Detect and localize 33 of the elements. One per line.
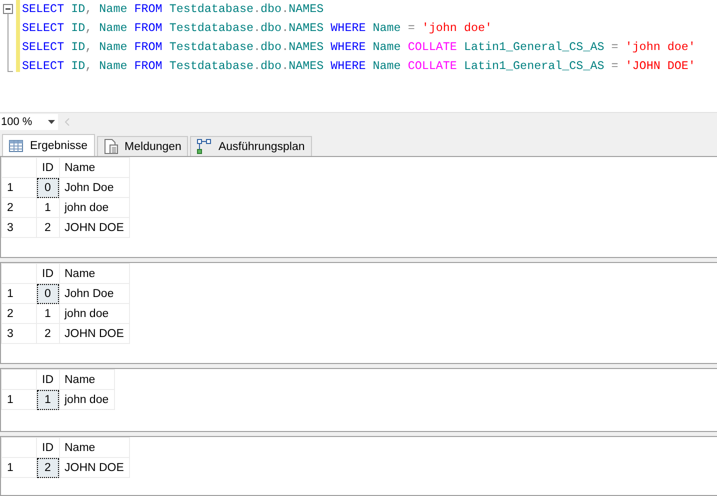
column-header[interactable]: Name	[59, 264, 130, 284]
column-header[interactable]: Name	[59, 158, 130, 178]
table-cell[interactable]: 2	[36, 458, 59, 478]
table-cell[interactable]: John Doe	[59, 178, 130, 198]
results-tab[interactable]: Ergebnisse	[2, 134, 95, 156]
table-cell[interactable]: JOHN DOE	[59, 324, 130, 344]
column-header[interactable]: Name	[59, 370, 114, 390]
table-cell[interactable]: 1	[36, 304, 59, 324]
table-cell[interactable]: john doe	[59, 390, 114, 410]
table-cell[interactable]: 0	[36, 178, 59, 198]
code-line: SELECT ID, Name FROM Testdatabase.dbo.NAMES WHERE Name COLLATE Latin1_General_CS_AS = 'john doe'	[22, 39, 696, 56]
table-cell[interactable]: 1	[36, 198, 59, 218]
zoom-dropdown[interactable]: 100 %	[0, 114, 58, 130]
collapse-icon[interactable]	[2, 4, 14, 72]
document-icon	[104, 139, 118, 154]
results-tab[interactable]: Meldungen	[96, 136, 188, 156]
results-tab[interactable]: Ausführungsplan	[190, 136, 312, 156]
table-cell[interactable]: 2	[36, 218, 59, 238]
table-cell[interactable]: john doe	[59, 304, 130, 324]
column-header[interactable]: Name	[59, 438, 130, 458]
table-cell[interactable]: 1	[36, 390, 59, 410]
code-line: SELECT ID, Name FROM Testdatabase.dbo.NAMES	[22, 1, 325, 18]
code-line: SELECT ID, Name FROM Testdatabase.dbo.NAMES WHERE Name COLLATE Latin1_General_CS_AS = 'JOHN DOE'	[22, 58, 696, 75]
table-cell[interactable]: 0	[36, 284, 59, 304]
diagram-icon	[197, 139, 212, 154]
caret-icon	[48, 120, 55, 124]
table-cell[interactable]: john doe	[59, 198, 130, 218]
table-cell[interactable]: JOHN DOE	[59, 458, 130, 478]
grid-icon	[9, 140, 23, 152]
table-cell[interactable]: JOHN DOE	[59, 218, 130, 238]
table-cell[interactable]: John Doe	[59, 284, 130, 304]
code-line: SELECT ID, Name FROM Testdatabase.dbo.NAMES WHERE Name = 'john doe'	[22, 20, 494, 37]
table-cell[interactable]: 2	[36, 324, 59, 344]
